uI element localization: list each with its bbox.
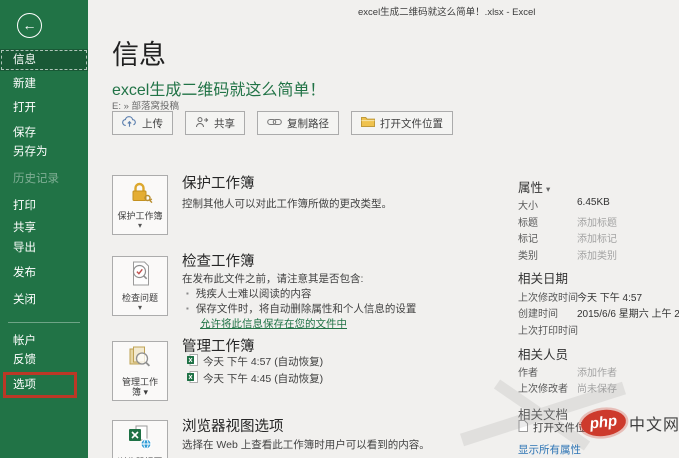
sidebar-item-close[interactable]: 关闭 — [0, 289, 88, 311]
caret-down-icon: ▾ — [137, 221, 142, 230]
property-row-size: 大小 6.45KB — [518, 197, 610, 212]
upload-button[interactable]: 上传 — [112, 111, 173, 135]
backstage-sidebar: ← 信息 新建 打开 保存 另存为 历史记录 打印 共享 导出 发布 关闭 帐户… — [0, 0, 88, 458]
related-dates-heading: 相关日期 — [518, 272, 569, 286]
people-row-author: 作者 添加作者 — [518, 364, 617, 379]
folder-icon — [361, 116, 375, 130]
manage-workbook-button[interactable]: 管理工作簿 ▾ — [112, 341, 168, 401]
document-path: E: » 部落窝投稿 — [112, 101, 180, 112]
sidebar-divider — [8, 322, 80, 323]
bullet-icon: ▪ — [186, 304, 189, 313]
sidebar-item-open[interactable]: 打开 — [0, 97, 88, 119]
sidebar-item-share[interactable]: 共享 — [0, 217, 88, 239]
manage-button-label: 管理工作簿 ▾ — [121, 377, 158, 397]
version-label: 今天 下午 4:45 (自动恢复) — [203, 373, 324, 385]
protect-workbook-button[interactable]: 保护工作簿 ▾ — [112, 175, 168, 235]
add-title-field[interactable]: 添加标题 — [577, 214, 617, 229]
caret-down-icon: ▾ — [143, 387, 149, 397]
inspect-bullet-1-text: 残疾人士难以阅读的内容 — [195, 288, 312, 300]
related-people-heading: 相关人员 — [518, 348, 569, 362]
property-row-tags: 标记 添加标记 — [518, 230, 617, 245]
excel-file-icon — [187, 354, 198, 369]
document-title: excel生成二维码就这么简单！ — [112, 82, 326, 99]
sidebar-item-export[interactable]: 导出 — [0, 237, 88, 259]
title-label: 标题 — [518, 218, 538, 229]
autorecover-version-item[interactable]: 今天 下午 4:57 (自动恢复) — [187, 354, 323, 369]
page-title: 信息 — [112, 40, 166, 70]
copy-path-label: 复制路径 — [287, 117, 329, 130]
open-file-location-button[interactable]: 打开文件位置 — [351, 111, 453, 135]
browser-view-icon — [127, 425, 153, 454]
browser-view-section-heading: 浏览器视图选项 — [182, 419, 284, 435]
add-author-field[interactable]: 添加作者 — [577, 364, 617, 379]
created-value: 2015/6/6 星期六 上午 2:19 — [577, 309, 679, 320]
protect-section-description: 控制其他人可以对此工作簿所做的更改类型。 — [182, 198, 392, 210]
sidebar-item-history: 历史记录 — [13, 173, 59, 185]
inspect-workbook-button[interactable]: 检查问题 ▾ — [112, 256, 168, 316]
inspect-button-label: 检查问题 — [121, 293, 158, 303]
modified-value: 今天 下午 4:57 — [577, 293, 643, 304]
category-label: 类别 — [518, 251, 538, 262]
inspect-section-description: 在发布此文件之前，请注意其是否包含: — [182, 273, 364, 285]
size-value: 6.45KB — [577, 197, 610, 208]
document-toolbar: 上传 共享 复制路径 打开文件位置 — [112, 111, 453, 135]
back-button[interactable]: ← — [17, 13, 42, 38]
share-label: 共享 — [214, 117, 235, 130]
bullet-icon: ▪ — [186, 289, 189, 298]
autorecover-version-item[interactable]: 今天 下午 4:45 (自动恢复) — [187, 371, 323, 386]
caret-down-icon: ▾ — [137, 303, 142, 312]
size-label: 大小 — [518, 201, 538, 212]
cloud-upload-icon — [122, 115, 137, 131]
inspect-bullet-2: ▪ 保存文件时，将自动删除属性和个人信息的设置 — [186, 301, 416, 316]
sidebar-item-feedback[interactable]: 反馈 — [0, 349, 88, 371]
sidebar-item-new[interactable]: 新建 — [0, 73, 88, 95]
properties-menu[interactable]: 属性 ▾ — [518, 177, 550, 196]
created-label: 创建时间 — [518, 309, 558, 320]
share-button[interactable]: 共享 — [185, 111, 245, 135]
browser-view-options-button[interactable]: 浏览器视图 — [112, 420, 168, 458]
browser-view-section-description: 选择在 Web 上查看此工作簿时用户可以看到的内容。 — [182, 439, 430, 451]
share-icon — [195, 116, 209, 131]
upload-label: 上传 — [142, 117, 163, 130]
inspect-section-heading: 检查工作簿 — [182, 254, 255, 270]
back-arrow-icon: ← — [22, 17, 37, 33]
manage-section-heading: 管理工作簿 — [182, 339, 255, 355]
date-row-modified: 上次修改时间 今天 下午 4:57 — [518, 289, 642, 304]
sidebar-item-print[interactable]: 打印 — [0, 195, 88, 217]
add-category-field[interactable]: 添加类别 — [577, 247, 617, 262]
printed-label: 上次打印时间 — [518, 326, 578, 337]
link-icon — [267, 117, 282, 129]
tags-label: 标记 — [518, 234, 538, 245]
property-row-title: 标题 添加标题 — [518, 214, 617, 229]
date-row-created: 创建时间 2015/6/6 星期六 上午 2:19 — [518, 305, 679, 320]
version-label: 今天 下午 4:57 (自动恢复) — [203, 356, 324, 368]
copy-path-button[interactable]: 复制路径 — [257, 111, 339, 135]
caret-down-icon: ▾ — [546, 184, 551, 194]
excel-file-icon — [187, 371, 198, 386]
lock-key-icon — [127, 182, 153, 208]
inspect-bullet-2-text: 保存文件时，将自动删除属性和个人信息的设置 — [195, 303, 417, 315]
options-highlight-annotation — [3, 372, 77, 398]
manage-versions-icon — [127, 346, 153, 374]
date-row-printed: 上次打印时间 — [518, 322, 578, 337]
add-tags-field[interactable]: 添加标记 — [577, 230, 617, 245]
allow-save-info-link[interactable]: 允许将此信息保存在您的文件中 — [200, 316, 347, 331]
inspect-document-icon — [129, 261, 152, 290]
property-row-category: 类别 添加类别 — [518, 247, 617, 262]
protect-button-label: 保护工作簿 — [117, 211, 163, 221]
inspect-bullet-1: ▪ 残疾人士难以阅读的内容 — [186, 286, 311, 301]
open-file-location-label: 打开文件位置 — [380, 117, 443, 130]
window-title: excel生成二维码就这么简单！.xlsx - Excel — [358, 7, 536, 18]
sidebar-item-publish[interactable]: 发布 — [0, 262, 88, 284]
modified-label: 上次修改时间 — [518, 293, 578, 304]
watermark-site-text: 中文网 — [629, 417, 679, 434]
protect-section-heading: 保护工作簿 — [182, 176, 255, 192]
sidebar-item-save-as[interactable]: 另存为 — [0, 141, 88, 163]
sidebar-item-info[interactable]: 信息 — [0, 49, 88, 71]
excel-backstage-window: excel生成二维码就这么简单！.xlsx - Excel ← 信息 新建 打开… — [0, 0, 679, 458]
